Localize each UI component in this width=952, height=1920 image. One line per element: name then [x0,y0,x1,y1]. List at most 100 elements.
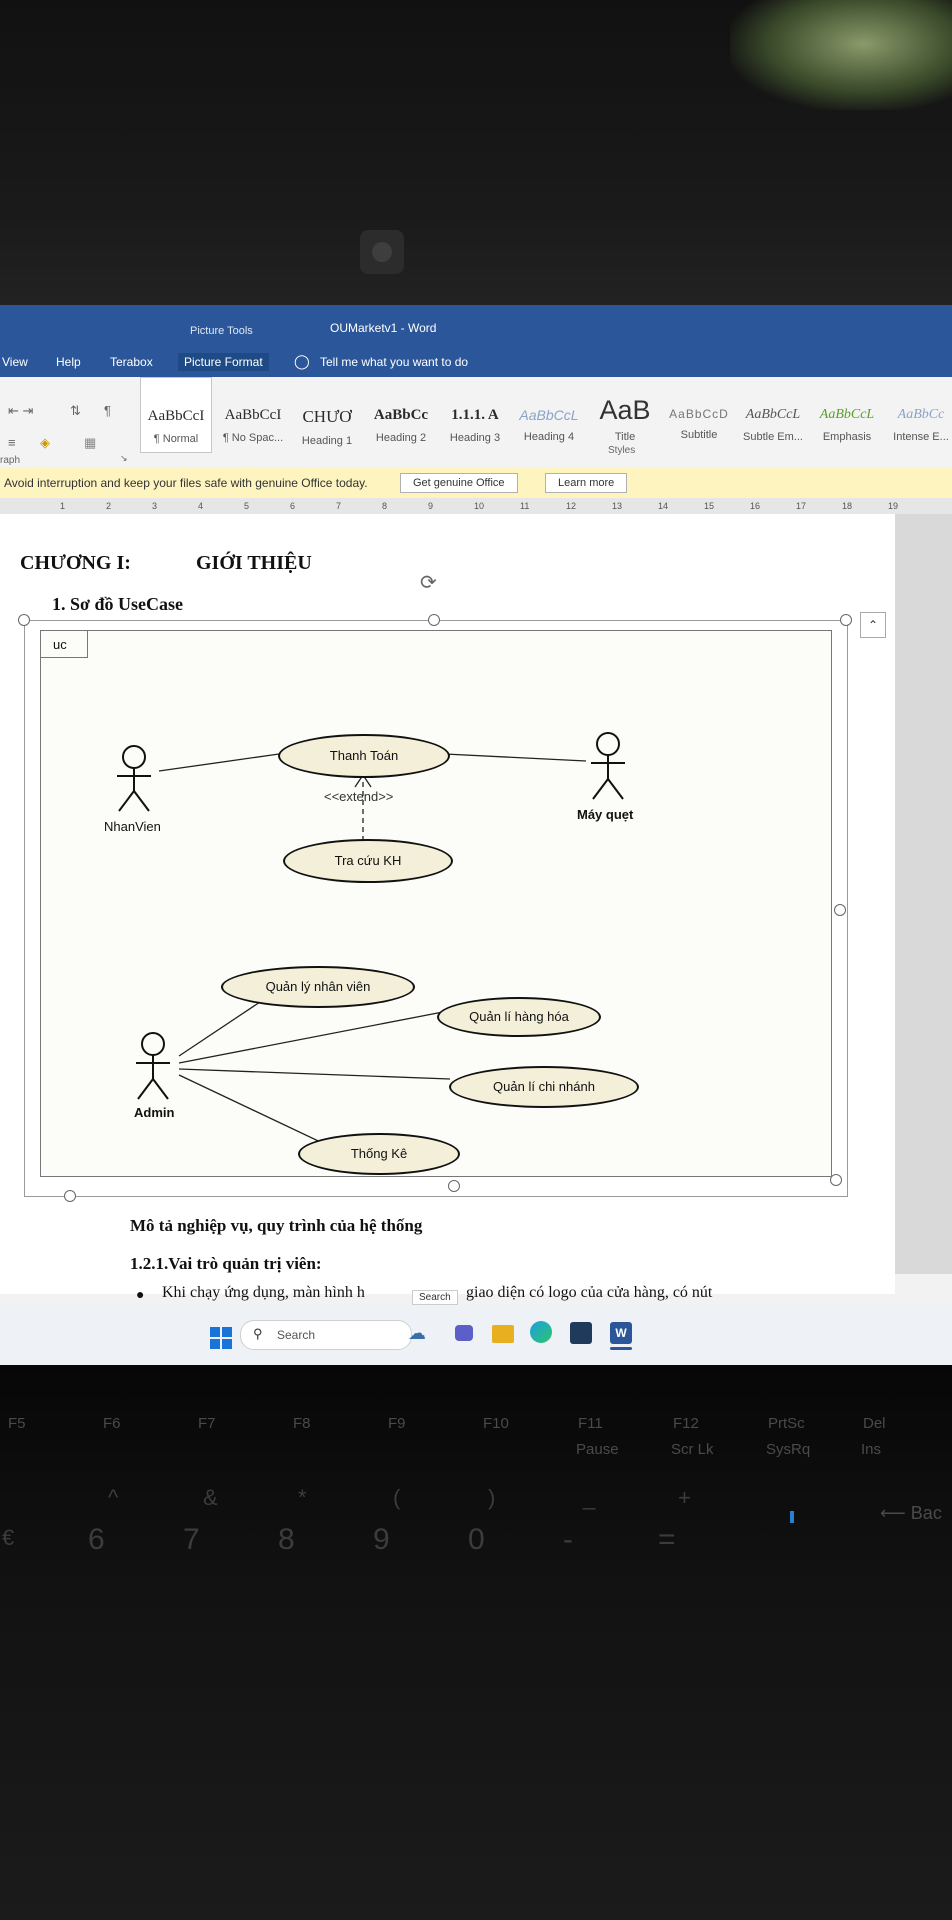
document-page[interactable]: CHƯƠNG I: GIỚI THIỆU 1. Sơ đồ UseCase ⟳ … [0,514,895,1302]
indent-icon[interactable]: ⇤ ⇥ [8,403,33,419]
bullet-text-continued: giao diện có logo của cửa hàng, có nút [466,1284,713,1301]
extend-stereotype: <<extend>> [324,789,394,804]
style-heading-4[interactable]: AaBbCcL Heading 4 [514,377,584,449]
style-name: Subtitle [680,429,718,441]
word-app-icon[interactable]: W [610,1322,632,1344]
message-text: Avoid interruption and keep your files s… [4,476,368,490]
file-explorer-icon[interactable] [492,1325,514,1343]
dialog-launcher-icon[interactable]: ↘ [120,453,128,464]
section-heading: 1. Sơ đồ UseCase [52,594,183,614]
number-key[interactable]: 6 [88,1523,105,1557]
number-key[interactable]: 0 [468,1523,485,1557]
style-name: ¶ No Spac... [222,432,284,444]
layout-options-button[interactable]: ⌃ [860,612,886,638]
windows-start-icon[interactable] [210,1327,232,1349]
function-key[interactable]: F11 [578,1415,603,1432]
usecase-label: Quản lí chi nhánh [493,1079,595,1094]
taskbar-search-placeholder: Search [277,1328,316,1342]
function-key[interactable]: F10 [483,1415,509,1432]
style-emphasis[interactable]: AaBbCcL Emphasis [812,377,882,449]
tab-view[interactable]: View [2,355,28,369]
key-shift-symbol: ) [488,1485,496,1510]
ruler-number: 8 [382,501,388,511]
style-normal[interactable]: AaBbCcI ¶ Normal [140,377,212,453]
actor-label-nhanvien: NhanVien [104,819,161,834]
learn-more-button[interactable]: Learn more [545,473,628,493]
backspace-key[interactable]: ⟵ Bac [880,1503,942,1524]
usecase-label: Thống Kê [350,1146,408,1161]
function-key-sublabel: SysRq [766,1441,811,1458]
process-heading: Mô tả nghiệp vụ, quy trình của hệ thống [130,1216,423,1235]
bullet-text: Khi chạy ứng dụng, màn hình h [162,1284,365,1301]
active-app-indicator [610,1347,632,1350]
function-key[interactable]: Del [863,1415,886,1432]
ruler-number: 16 [750,501,761,511]
tell-me-search[interactable]: Tell me what you want to do [320,355,468,369]
style-title[interactable]: AaB Title [590,377,660,449]
rotate-handle-icon[interactable]: ⟳ [420,570,437,595]
number-key[interactable]: = [658,1523,676,1557]
function-key-sublabel: Ins [861,1441,882,1458]
tab-picture-format[interactable]: Picture Format [178,353,269,371]
function-key[interactable]: F7 [198,1415,216,1432]
function-key[interactable]: F12 [673,1415,699,1432]
key-shift-symbol: _ [583,1485,596,1510]
ribbon-tabs: View Help Terabox Picture Format ◯ Tell … [0,345,952,377]
actor-mayquet-figure [591,732,625,800]
ruler-number: 14 [658,501,669,511]
function-key[interactable]: PrtSc [768,1415,805,1432]
style-name: Heading 1 [301,435,353,447]
key-shift-symbol: & [203,1485,218,1510]
function-key[interactable]: F8 [293,1415,311,1432]
style-preview: 1.1.1. A [451,407,499,423]
borders-icon[interactable]: ▦ [84,435,96,451]
news-widget-icon[interactable]: ☁ [408,1323,426,1344]
actor-label-may-quet: Máy quẹt [577,807,634,822]
style-subtle-emphasis[interactable]: AaBbCcL Subtle Em... [738,377,808,449]
style-preview: AaBbCcL [519,407,579,423]
usecase-label: Tra cứu KH [334,853,402,868]
pilcrow-icon[interactable]: ¶ [104,403,111,418]
align-icon[interactable]: ≡ [8,435,16,450]
style-heading-3[interactable]: 1.1.1. A Heading 3 [440,377,510,449]
usecase-diagram[interactable]: uc Thanh Toán Tra cứu KH Quản lý nhân vi… [40,630,832,1177]
sort-icon[interactable]: ⇅ [70,403,81,419]
tab-terabox[interactable]: Terabox [110,355,153,369]
resize-handle[interactable] [448,1180,460,1192]
horizontal-ruler[interactable]: 1 2 3 4 5 6 7 8 9 10 11 12 13 14 15 16 17 18 19 [0,498,952,514]
style-name: Heading 3 [449,432,501,444]
resize-handle[interactable] [840,614,852,626]
tab-help[interactable]: Help [56,355,81,369]
chapter-label: CHƯƠNG I: [20,552,131,574]
teams-meet-icon[interactable] [455,1325,473,1341]
style-heading-1[interactable]: CHƯƠ Heading 1 [292,377,362,449]
number-key[interactable]: - [563,1523,573,1557]
key-symbol[interactable]: € [2,1525,14,1551]
function-key[interactable]: F9 [388,1415,406,1432]
style-preview: AaB [599,395,651,425]
get-genuine-office-button[interactable]: Get genuine Office [400,473,518,493]
association-line [178,1074,332,1148]
number-key[interactable]: 8 [278,1523,295,1557]
webcam-lens [372,242,392,262]
function-key[interactable]: F5 [8,1415,26,1432]
style-heading-2[interactable]: AaBbCc Heading 2 [366,377,436,449]
style-intense-emphasis[interactable]: AaBbCc Intense E... [886,377,952,449]
shading-icon[interactable]: ◈ [40,435,50,451]
store-app-icon[interactable] [570,1322,592,1344]
style-name: Heading 2 [375,432,427,444]
style-subtitle[interactable]: AaBbCcD Subtitle [664,377,734,449]
resize-handle[interactable] [428,614,440,626]
resize-handle[interactable] [64,1190,76,1202]
style-name: Heading 4 [523,431,575,443]
background-glare [730,0,952,110]
resize-handle[interactable] [834,904,846,916]
resize-handle[interactable] [18,614,30,626]
function-key[interactable]: F6 [103,1415,121,1432]
key-shift-symbol: ( [393,1485,401,1510]
taskbar-search-box[interactable]: ⚲ Search [240,1320,412,1350]
number-key[interactable]: 9 [373,1523,390,1557]
number-key[interactable]: 7 [183,1523,200,1557]
style-no-spacing[interactable]: AaBbCcI ¶ No Spac... [218,377,288,449]
edge-browser-icon[interactable] [530,1321,552,1343]
